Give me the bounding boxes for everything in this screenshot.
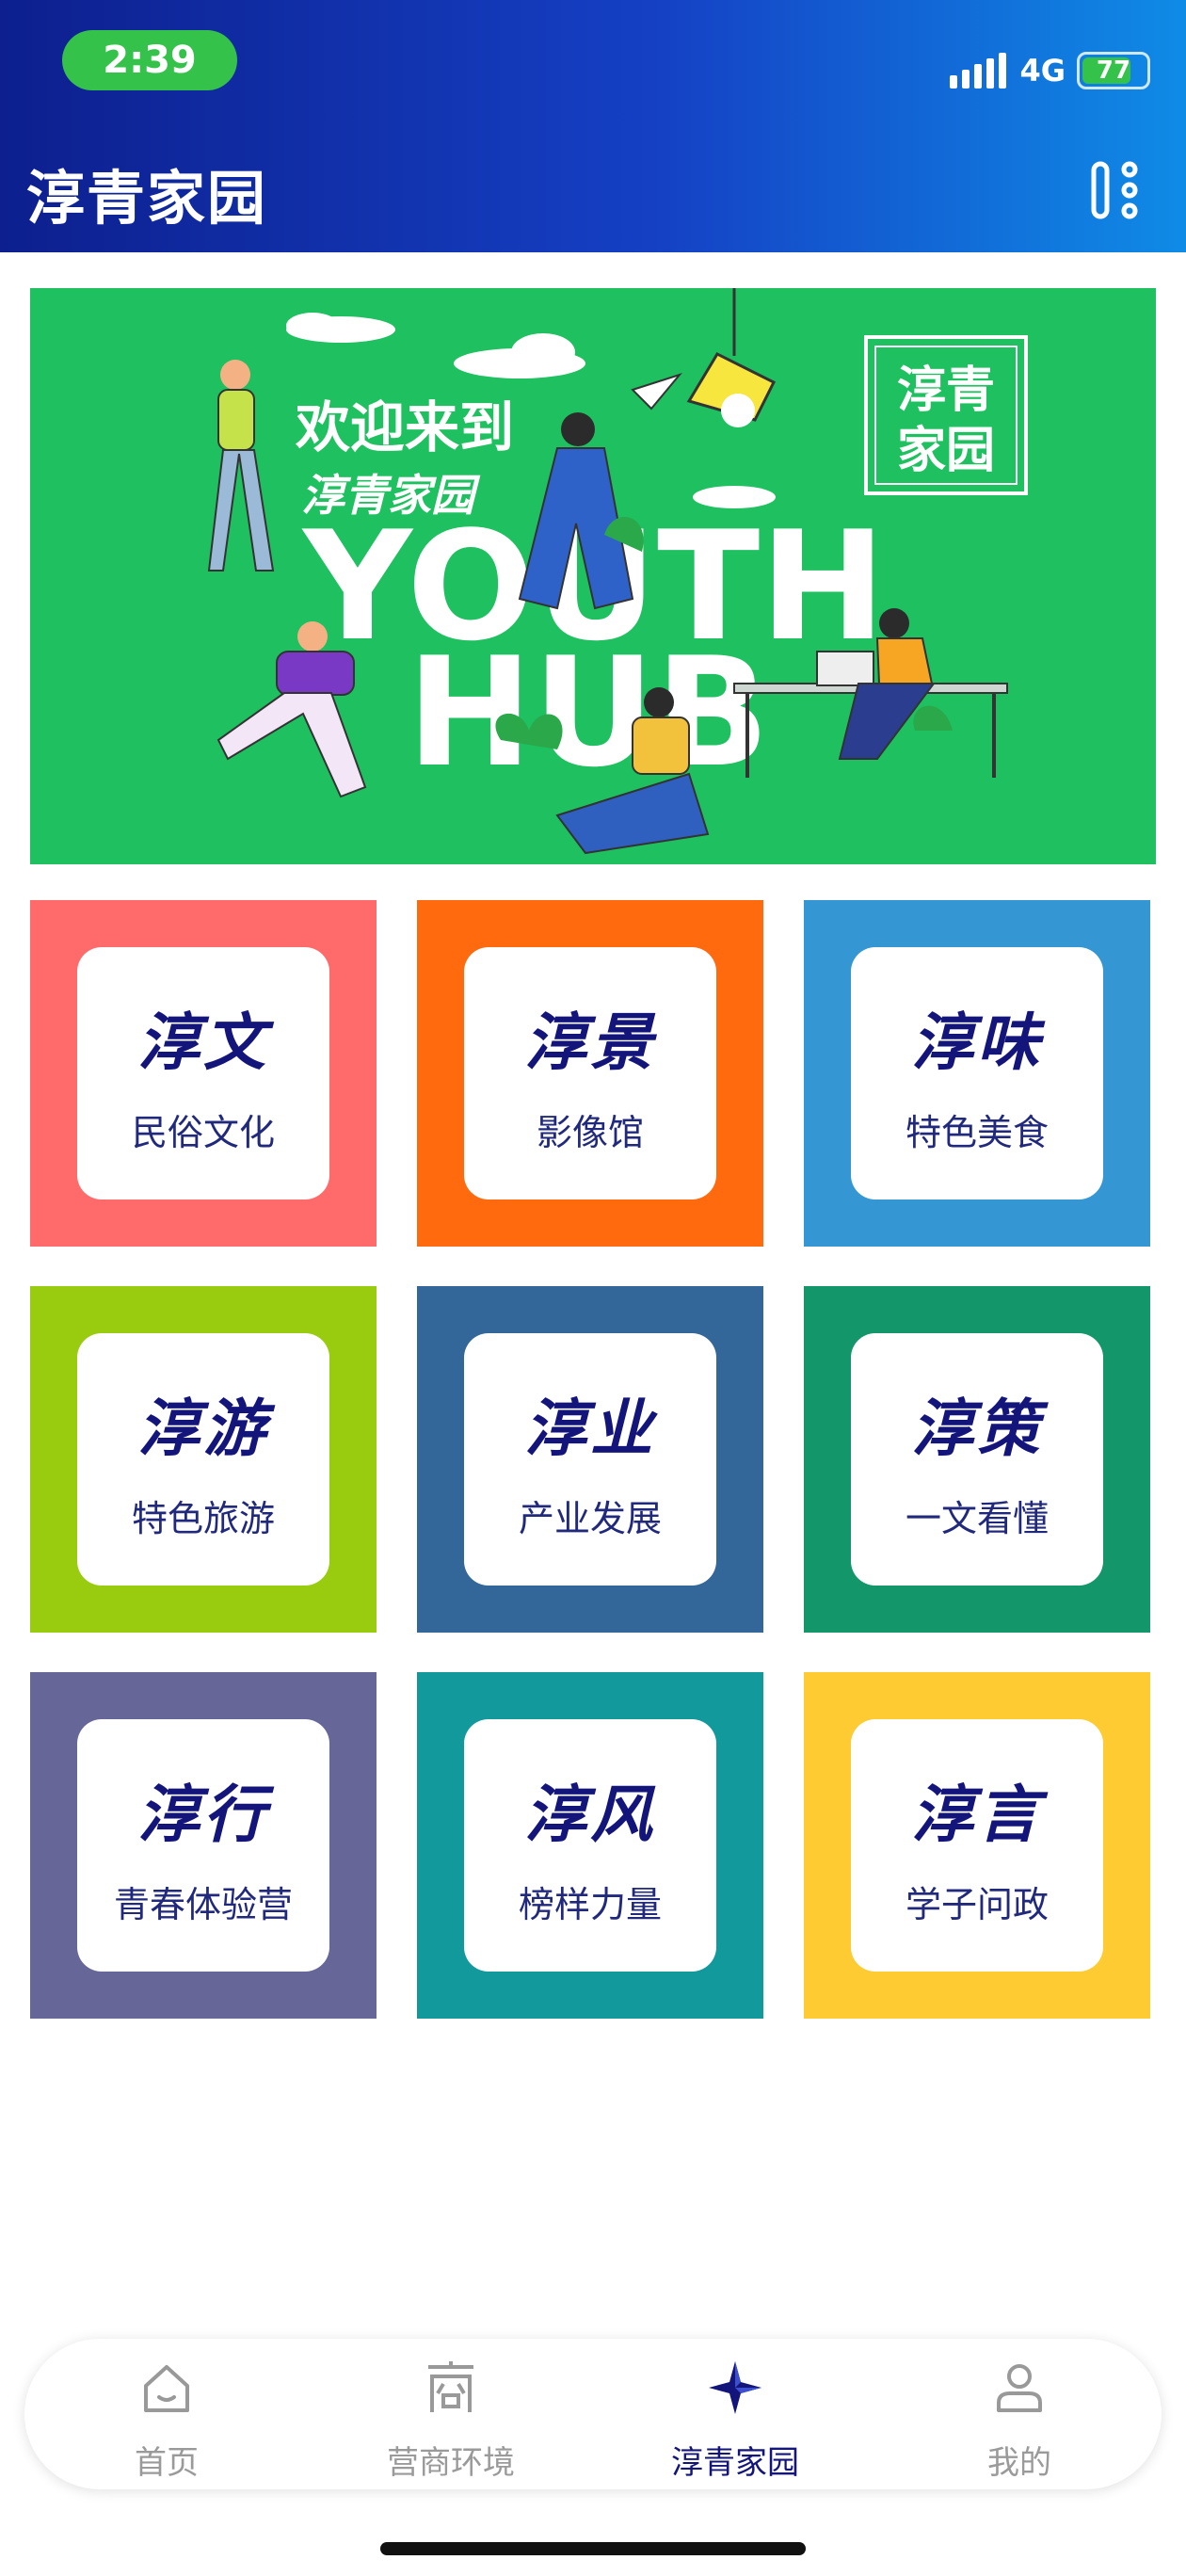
tile-title: 淳言 [911,1778,1043,1851]
banner-line1: 欢迎来到 [295,395,514,459]
more-button[interactable] [1088,160,1148,220]
feature-tile[interactable]: 淳景 影像馆 [417,900,763,1247]
tile-title: 淳味 [911,1006,1043,1079]
status-time: 2:39 [62,30,237,90]
tile-title: 淳风 [524,1778,656,1851]
bottom-tab-bar: 首页 营商环境 淳青家园 我的 [24,2339,1162,2489]
tile-card: 淳行 青春体验营 [77,1719,329,1972]
tile-subtitle: 民俗文化 [131,1112,275,1153]
feature-tile[interactable]: 淳业 产业发展 [417,1286,763,1633]
feature-tile[interactable]: 淳游 特色旅游 [30,1286,377,1633]
banner-line4: HUB [407,624,770,800]
tile-card: 淳言 学子问政 [851,1719,1103,1972]
shop-icon [428,2361,473,2412]
tile-title: 淳游 [137,1392,269,1465]
feature-tile[interactable]: 淳策 一文看懂 [804,1286,1150,1633]
tile-subtitle: 特色美食 [905,1112,1049,1153]
tile-subtitle: 影像馆 [536,1112,644,1153]
tab-business-label: 营商环境 [387,2444,515,2482]
tab-youth-home[interactable]: 淳青家园 [593,2339,877,2489]
tile-card: 淳游 特色旅游 [77,1333,329,1586]
tile-title: 淳策 [911,1392,1043,1465]
feature-tile[interactable]: 淳风 榜样力量 [417,1672,763,2019]
tile-card: 淳味 特色美食 [851,947,1103,1199]
tile-card: 淳文 民俗文化 [77,947,329,1199]
tile-card: 淳策 一文看懂 [851,1333,1103,1586]
tab-business[interactable]: 营商环境 [309,2339,593,2489]
tab-mine-label: 我的 [987,2444,1051,2482]
status-indicators: 4G 77 [950,45,1150,96]
feature-tile[interactable]: 淳行 青春体验营 [30,1672,377,2019]
youth-hub-banner[interactable]: 淳青 家园 欢迎来到 淳青家园 YOUTH HUB [30,288,1156,864]
tile-title: 淳业 [524,1392,656,1465]
tile-card: 淳业 产业发展 [464,1333,716,1586]
tile-card: 淳景 影像馆 [464,947,716,1199]
tile-card: 淳风 榜样力量 [464,1719,716,1972]
tab-mine[interactable]: 我的 [877,2339,1162,2489]
page-title: 淳青家园 [26,164,268,233]
home-icon [144,2365,189,2412]
feature-tile[interactable]: 淳文 民俗文化 [30,900,377,1247]
signal-icon [950,53,1007,89]
tile-subtitle: 学子问政 [905,1884,1049,1925]
battery-level: 77 [1096,56,1131,85]
battery-icon: 77 [1077,52,1150,89]
banner-illustration: 淳青 家园 欢迎来到 淳青家园 YOUTH HUB [207,288,1028,855]
banner-logo-line1: 淳青 [897,362,995,419]
more-icon [1091,161,1138,219]
feature-tile[interactable]: 淳言 学子问政 [804,1672,1150,2019]
tab-home[interactable]: 首页 [24,2339,309,2489]
home-indicator [380,2542,806,2555]
tile-title: 淳行 [137,1778,269,1851]
tile-subtitle: 产业发展 [518,1498,662,1539]
tile-subtitle: 特色旅游 [131,1498,275,1539]
tile-title: 淳景 [524,1006,656,1079]
tab-youth-home-label: 淳青家园 [671,2444,799,2482]
user-icon [997,2364,1042,2412]
feature-tile[interactable]: 淳味 特色美食 [804,900,1150,1247]
tile-subtitle: 青春体验营 [113,1884,293,1925]
banner-logo-line2: 家园 [897,422,995,479]
star-compass-icon [709,2361,761,2414]
tile-subtitle: 榜样力量 [518,1884,662,1925]
tile-title: 淳文 [137,1006,269,1079]
network-type: 4G [1019,53,1066,89]
app-header: 2:39 4G 77 淳青家园 [0,0,1186,252]
tile-subtitle: 一文看懂 [905,1498,1049,1539]
tab-home-label: 首页 [135,2444,199,2482]
